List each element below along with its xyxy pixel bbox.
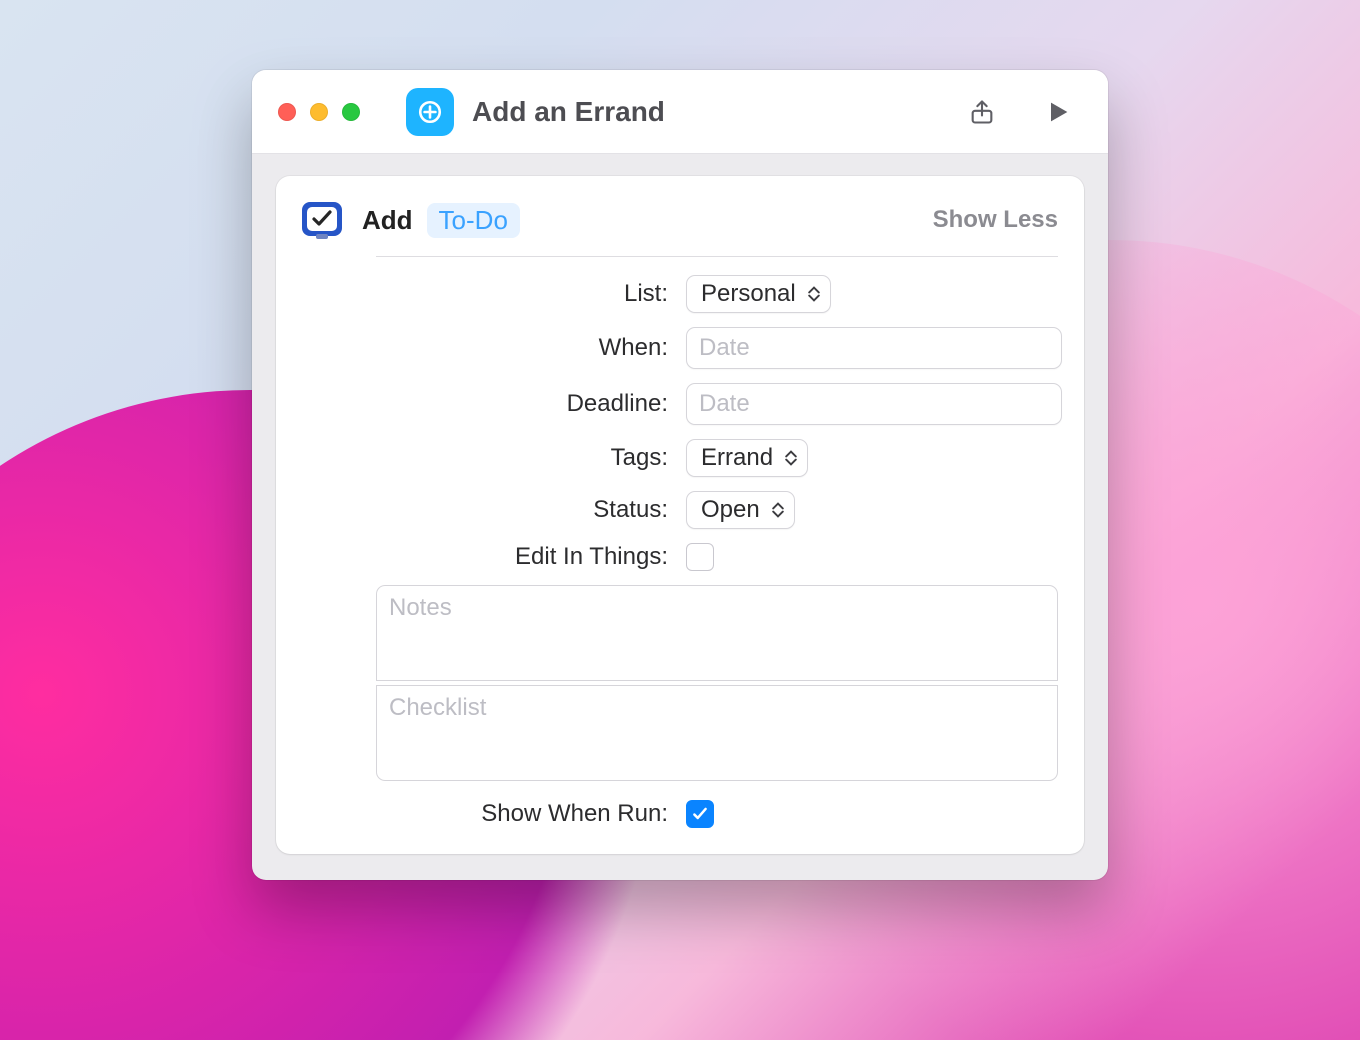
list-value: Personal xyxy=(701,280,796,308)
share-button[interactable] xyxy=(958,88,1006,136)
shortcuts-editor-window: Add an Errand Add To-Do Show Less xyxy=(252,70,1108,880)
edit-in-things-checkbox[interactable] xyxy=(686,543,714,571)
action-name-label: Add xyxy=(362,205,413,236)
tags-value: Errand xyxy=(701,444,773,472)
shortcut-app-icon xyxy=(406,88,454,136)
divider xyxy=(376,256,1058,257)
list-label: List: xyxy=(296,280,668,308)
fullscreen-window-button[interactable] xyxy=(342,103,360,121)
notes-input[interactable] xyxy=(376,585,1058,681)
edit-in-things-label: Edit In Things: xyxy=(296,543,668,571)
things-app-icon xyxy=(296,194,348,246)
action-header: Add To-Do Show Less xyxy=(296,194,1058,246)
show-when-run-label: Show When Run: xyxy=(296,800,668,828)
status-value: Open xyxy=(701,496,760,524)
run-button[interactable] xyxy=(1034,88,1082,136)
editor-body: Add To-Do Show Less List: Personal xyxy=(252,154,1108,880)
action-parameter-token[interactable]: To-Do xyxy=(427,203,520,238)
chevron-up-down-icon xyxy=(808,286,820,302)
when-label: When: xyxy=(296,334,668,362)
window-traffic-lights xyxy=(278,103,360,121)
tags-select[interactable]: Errand xyxy=(686,439,808,477)
show-when-run-checkbox[interactable] xyxy=(686,800,714,828)
close-window-button[interactable] xyxy=(278,103,296,121)
chevron-up-down-icon xyxy=(785,450,797,466)
action-card: Add To-Do Show Less List: Personal xyxy=(276,176,1084,854)
action-form: List: Personal When: xyxy=(296,275,1058,828)
show-less-toggle[interactable]: Show Less xyxy=(933,206,1058,234)
deadline-input[interactable] xyxy=(686,383,1062,425)
status-label: Status: xyxy=(296,496,668,524)
desktop-wallpaper: Add an Errand Add To-Do Show Less xyxy=(0,0,1360,1040)
deadline-label: Deadline: xyxy=(296,390,668,418)
when-input[interactable] xyxy=(686,327,1062,369)
status-select[interactable]: Open xyxy=(686,491,795,529)
list-select[interactable]: Personal xyxy=(686,275,831,313)
minimize-window-button[interactable] xyxy=(310,103,328,121)
checklist-input[interactable] xyxy=(376,685,1058,781)
titlebar: Add an Errand xyxy=(252,70,1108,154)
tags-label: Tags: xyxy=(296,444,668,472)
window-title: Add an Errand xyxy=(472,96,665,128)
chevron-up-down-icon xyxy=(772,502,784,518)
